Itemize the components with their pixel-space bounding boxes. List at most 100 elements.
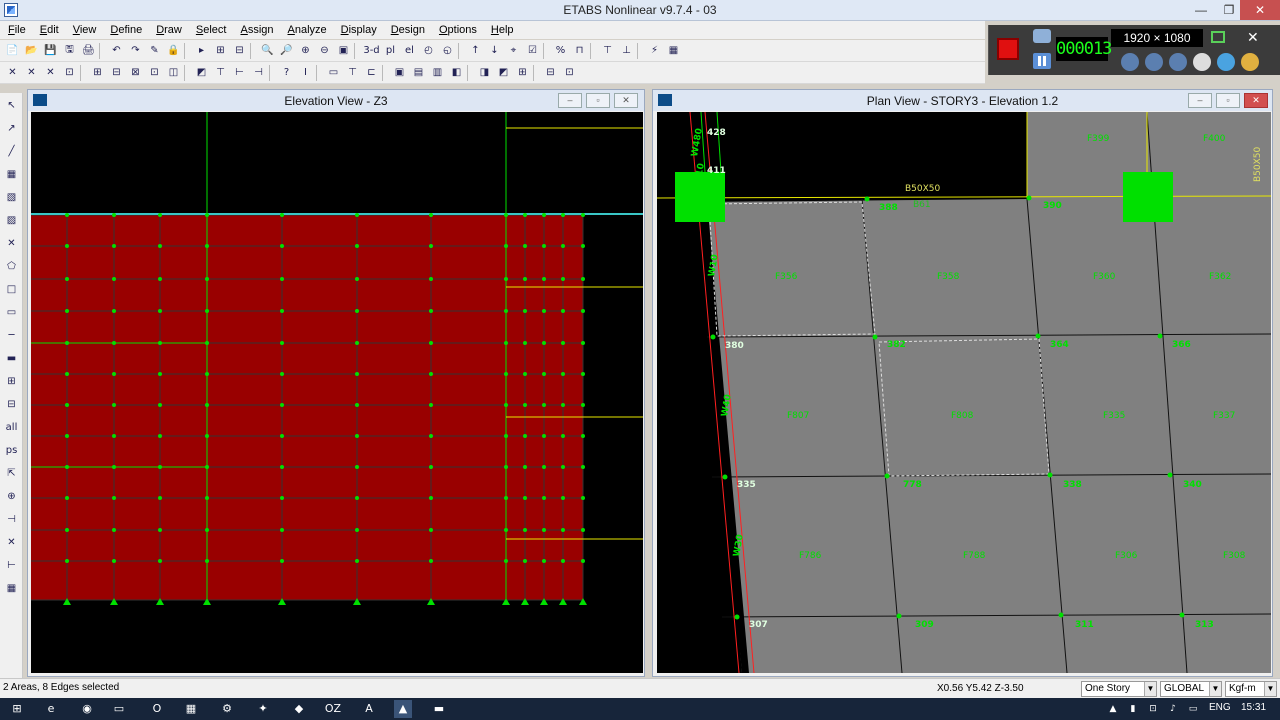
toolbar-tool-icon[interactable]: ⊞: [514, 64, 531, 81]
draw-tool-icon[interactable]: ⊟: [4, 398, 19, 412]
camera-icon[interactable]: [1033, 29, 1051, 43]
draw-tool-icon[interactable]: ▦: [4, 582, 19, 596]
taskbar-app-icon[interactable]: ▦: [182, 700, 200, 718]
draw-tool-icon[interactable]: ─: [4, 329, 19, 343]
toolbar-tool-icon[interactable]: ⊤: [344, 64, 361, 81]
toolbar-tool-icon[interactable]: ⊞: [212, 42, 229, 59]
draw-tool-icon[interactable]: all: [4, 421, 19, 435]
toolbar-tool-icon[interactable]: ▦: [665, 42, 682, 59]
toolbar-tool-icon[interactable]: pl: [382, 42, 399, 59]
toolbar-tool-icon[interactable]: 📂: [23, 42, 40, 59]
toolbar-tool-icon[interactable]: %: [552, 42, 569, 59]
draw-tool-icon[interactable]: ↖: [4, 99, 19, 113]
toolbar-tool-icon[interactable]: ?: [278, 64, 295, 81]
draw-tool-icon[interactable]: ⇱: [4, 467, 19, 481]
draw-tool-icon[interactable]: ▨: [4, 214, 19, 228]
toolbar-tool-icon[interactable]: ▭: [325, 64, 342, 81]
tray-icon[interactable]: ⊡: [1144, 700, 1162, 718]
taskbar-app-icon[interactable]: A: [360, 700, 378, 718]
toolbar-tool-icon[interactable]: 🔒: [165, 42, 182, 59]
draw-tool-icon[interactable]: ▭: [4, 306, 19, 320]
minimize-button[interactable]: —: [1187, 0, 1215, 20]
pause-icon[interactable]: [1033, 53, 1051, 69]
folder-icon[interactable]: [1241, 53, 1259, 71]
toolbar-tool-icon[interactable]: 🔎: [278, 42, 295, 59]
taskbar-app-icon[interactable]: OZ: [324, 700, 342, 718]
recorder-close-icon[interactable]: ✕: [1247, 29, 1259, 46]
toolbar-tool-icon[interactable]: ◩: [193, 64, 210, 81]
menu-file[interactable]: File: [0, 21, 32, 38]
taskbar-app-icon[interactable]: e: [42, 700, 60, 718]
menu-view[interactable]: View: [65, 21, 103, 38]
menu-define[interactable]: Define: [102, 21, 148, 38]
toolbar-tool-icon[interactable]: ▤: [410, 64, 427, 81]
menu-select[interactable]: Select: [188, 21, 233, 38]
taskbar-app-icon[interactable]: ◉: [78, 700, 96, 718]
toolbar-tool-icon[interactable]: el: [401, 42, 418, 59]
taskbar-app-icon[interactable]: ✦: [254, 700, 272, 718]
toolbar-tool-icon[interactable]: ⊏: [363, 64, 380, 81]
elevation-drawing[interactable]: [31, 112, 643, 673]
toolbar-tool-icon[interactable]: ◨: [476, 64, 493, 81]
tray-icon[interactable]: ♪: [1164, 700, 1182, 718]
toolbar-tool-icon[interactable]: ▣: [335, 42, 352, 59]
taskbar-app-icon[interactable]: ▭: [110, 700, 128, 718]
toolbar-tool-icon[interactable]: ▸: [193, 42, 210, 59]
draw-tool-icon[interactable]: ▦: [4, 168, 19, 182]
taskbar-app-icon[interactable]: ◆: [290, 700, 308, 718]
toolbar-tool-icon[interactable]: ↶: [108, 42, 125, 59]
taskbar-app-icon[interactable]: ⚙: [218, 700, 236, 718]
toolbar-tool-icon[interactable]: ⊥: [618, 42, 635, 59]
toolbar-tool-icon[interactable]: 🖨: [80, 42, 97, 59]
toolbar-tool-icon[interactable]: ⊟: [108, 64, 125, 81]
plan-minimize-button[interactable]: –: [1188, 93, 1212, 108]
toolbar-tool-icon[interactable]: ⊤: [599, 42, 616, 59]
menu-display[interactable]: Display: [333, 21, 383, 38]
tray-icon[interactable]: ▲: [1104, 700, 1122, 718]
toolbar-tool-icon[interactable]: 💾: [42, 42, 59, 59]
draw-tool-icon[interactable]: ⬠: [4, 260, 19, 274]
toolbar-tool-icon[interactable]: ⊠: [127, 64, 144, 81]
toolbar-tool-icon[interactable]: ✕: [23, 64, 40, 81]
story-mode-select[interactable]: One Story ▼: [1081, 681, 1157, 697]
elevation-maximize-button[interactable]: ▫: [586, 93, 610, 108]
toolbar-tool-icon[interactable]: ↑: [467, 42, 484, 59]
record-stop-button[interactable]: [997, 38, 1019, 60]
region-icon[interactable]: [1211, 31, 1225, 43]
toolbar-tool-icon[interactable]: ✕: [4, 64, 21, 81]
toolbar-tool-icon[interactable]: ⊟: [542, 64, 559, 81]
draw-tool-icon[interactable]: ▧: [4, 191, 19, 205]
toolbar-tool-icon[interactable]: ↷: [127, 42, 144, 59]
toolbar-tool-icon[interactable]: ⚡: [646, 42, 663, 59]
webcam-icon[interactable]: [1169, 53, 1187, 71]
draw-tool-icon[interactable]: ⊞: [4, 375, 19, 389]
toolbar-tool-icon[interactable]: 3-d: [363, 42, 380, 59]
toolbar-tool-icon[interactable]: I: [297, 64, 314, 81]
draw-tool-icon[interactable]: ⊢: [4, 559, 19, 573]
toolbar-tool-icon[interactable]: ⊢: [231, 64, 248, 81]
taskbar-app-icon[interactable]: O: [148, 700, 166, 718]
plan-close-button[interactable]: ✕: [1244, 93, 1268, 108]
draw-tool-icon[interactable]: ⊣: [4, 513, 19, 527]
taskbar-app-icon[interactable]: ▲: [394, 700, 412, 718]
menu-edit[interactable]: Edit: [32, 21, 65, 38]
draw-tool-icon[interactable]: ps: [4, 444, 19, 458]
toolbar-tool-icon[interactable]: ⊤: [212, 64, 229, 81]
menu-assign[interactable]: Assign: [232, 21, 279, 38]
toolbar-tool-icon[interactable]: ✕: [42, 64, 59, 81]
menu-analyze[interactable]: Analyze: [280, 21, 333, 38]
draw-tool-icon[interactable]: ✕: [4, 536, 19, 550]
close-button[interactable]: ✕: [1240, 0, 1280, 20]
taskbar-app-icon[interactable]: ▬: [430, 700, 448, 718]
toolbar-tool-icon[interactable]: ⌖: [505, 42, 522, 59]
language-indicator[interactable]: ENG: [1209, 702, 1231, 713]
elevation-close-button[interactable]: ✕: [614, 93, 638, 108]
draw-tool-icon[interactable]: ▬: [4, 352, 19, 366]
toolbar-tool-icon[interactable]: 🖫: [61, 42, 78, 59]
coord-system-select[interactable]: GLOBAL ▼: [1160, 681, 1222, 697]
toolbar-tool-icon[interactable]: ▣: [391, 64, 408, 81]
toolbar-tool-icon[interactable]: ⊞: [89, 64, 106, 81]
toolbar-tool-icon[interactable]: ◵: [439, 42, 456, 59]
toolbar-tool-icon[interactable]: ✎: [146, 42, 163, 59]
toolbar-tool-icon[interactable]: ⊡: [561, 64, 578, 81]
